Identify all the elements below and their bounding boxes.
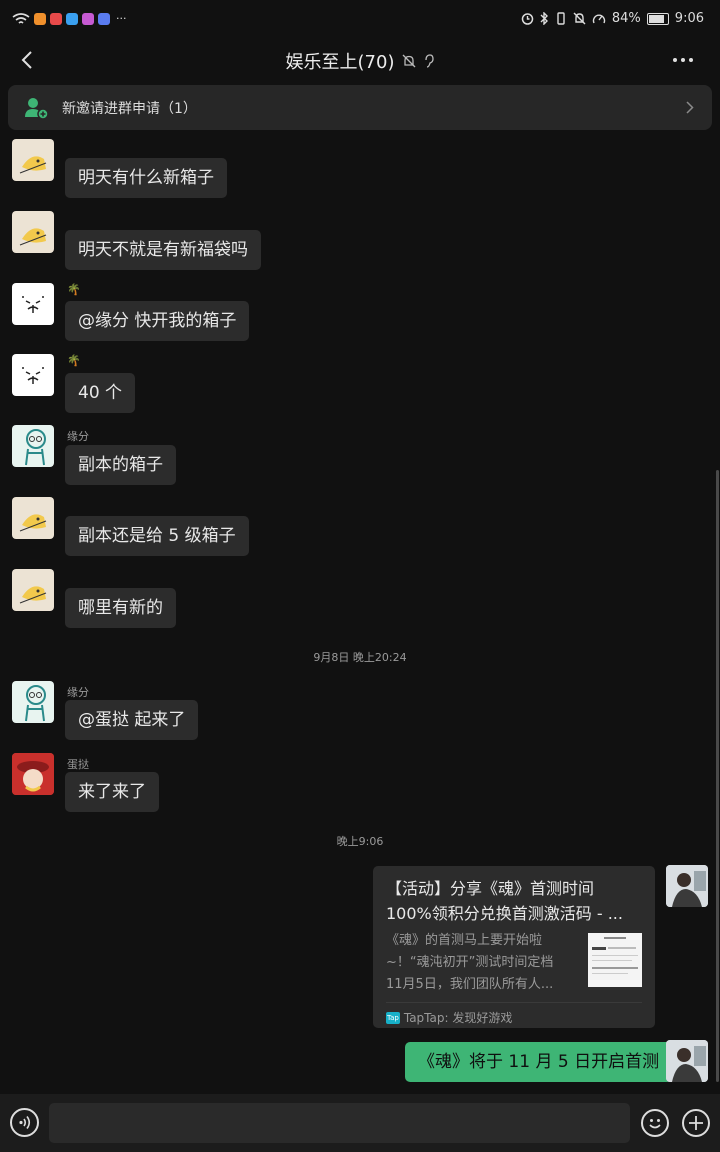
message-bubble[interactable]: 来了来了 <box>65 772 159 812</box>
speed-icon <box>592 14 606 24</box>
link-card-desc-line: 《魂》的首测马上要开始啦 <box>386 933 543 948</box>
voice-icon <box>19 1116 31 1129</box>
message-bubble[interactable]: 明天不就是有新福袋吗 <box>65 230 261 270</box>
doodle-avatar-icon <box>22 296 44 313</box>
my-avatar[interactable] <box>666 1040 708 1082</box>
avatar-pikachu[interactable] <box>12 569 54 611</box>
timestamp: 9月8日 晚上20:24 <box>313 651 407 664</box>
link-card-thumbnail <box>588 933 642 987</box>
more-functions-button[interactable] <box>682 1109 710 1137</box>
chat-title: 娱乐至上(70) <box>285 52 395 73</box>
message-bubble[interactable]: 明天有什么新箱子 <box>65 158 227 198</box>
pikachu-avatar-icon <box>19 228 47 246</box>
scrollbar[interactable] <box>716 470 719 1082</box>
status-more: ··· <box>116 12 127 25</box>
app-icon-2 <box>50 12 62 25</box>
chevron-right-icon <box>686 101 694 114</box>
status-left: ··· <box>12 12 127 25</box>
link-card-description: 《魂》的首测马上要开始啦 ~！“魂沌初开”测试时间定档 11月5日，我们团队所有… <box>386 930 576 996</box>
app-icon-4 <box>82 12 94 25</box>
taptap-logo-icon: Tap <box>386 1011 400 1024</box>
link-card-title-line: 【活动】分享《魂》首测时间 <box>386 879 595 898</box>
link-card-source-label: TapTap: 发现好游戏 <box>403 1011 513 1025</box>
sender-name: 缘分 <box>67 686 89 699</box>
avatar-cartoon-girl[interactable] <box>12 425 54 467</box>
plus-icon <box>689 1116 703 1130</box>
my-avatar[interactable] <box>666 865 708 907</box>
avatar-pikachu[interactable] <box>12 211 54 253</box>
pikachu-avatar-icon <box>19 586 47 604</box>
sender-name: 蛋挞 <box>67 758 89 771</box>
banner-label: 新邀请进群申请（1） <box>62 101 197 117</box>
status-right: 84% 9:06 <box>521 11 704 26</box>
join-request-banner[interactable]: 新邀请进群申请（1） <box>8 85 712 130</box>
bluetooth-icon <box>540 12 548 25</box>
pikachu-avatar-icon <box>19 514 47 532</box>
profile-photo-avatar-icon <box>666 1040 708 1082</box>
message-bubble[interactable]: 副本的箱子 <box>65 445 176 485</box>
cartoon-girl-avatar-icon <box>25 429 46 466</box>
avatar-pikachu[interactable] <box>12 497 54 539</box>
app-icon-3 <box>66 12 78 25</box>
voice-toggle-button[interactable] <box>10 1108 39 1137</box>
avatar-red-hat[interactable] <box>12 753 54 795</box>
message-input[interactable] <box>49 1103 630 1143</box>
avatar-doodle[interactable] <box>12 354 54 396</box>
title-bar: 娱乐至上(70) <box>0 40 720 82</box>
timestamp: 晚上9:06 <box>336 835 384 848</box>
link-card-title: 【活动】分享《魂》首测时间 100%领积分兑换首测激活码 - ... <box>386 876 644 926</box>
avatar-doodle[interactable] <box>12 283 54 325</box>
message-bubble[interactable]: 40 个 <box>65 373 136 413</box>
avatar-pikachu[interactable] <box>12 139 54 181</box>
my-message-bubble[interactable]: 《魂》将于 11 月 5 日开启首测 <box>405 1042 673 1082</box>
silent-bell-icon <box>573 12 586 25</box>
avatar-cartoon-girl[interactable] <box>12 681 54 723</box>
message-bubble[interactable]: 副本还是给 5 级箱子 <box>65 516 249 556</box>
ear-icon <box>425 54 435 68</box>
clock: 9:06 <box>674 11 704 26</box>
link-card-desc-line: 11月5日，我们团队所有人... <box>386 977 554 992</box>
sender-name: 🌴 <box>67 354 81 367</box>
alarm-icon <box>521 13 534 25</box>
sender-name: 缘分 <box>67 430 89 443</box>
status-bar: ··· 84% 9:06 <box>0 0 720 40</box>
cartoon-girl-avatar-icon <box>25 685 46 722</box>
doodle-avatar-icon <box>22 367 44 384</box>
smiley-icon <box>649 1119 661 1129</box>
message-bubble[interactable]: @蛋挞 起来了 <box>65 700 199 740</box>
input-bar <box>0 1094 720 1152</box>
red-hat-avatar-icon <box>12 753 54 795</box>
pikachu-avatar-icon <box>19 156 47 174</box>
more-options-icon[interactable] <box>672 57 694 63</box>
vibrate-icon <box>557 12 565 25</box>
sender-name: 🌴 <box>67 283 81 296</box>
wifi-icon <box>12 12 30 24</box>
add-member-icon <box>25 98 49 120</box>
bell-off-icon <box>403 54 416 68</box>
link-card-desc-line: ~！“魂沌初开”测试时间定档 <box>386 955 554 970</box>
message-bubble[interactable]: @缘分 快开我的箱子 <box>65 301 250 341</box>
shared-link-card[interactable]: 【活动】分享《魂》首测时间 100%领积分兑换首测激活码 - ... 《魂》的首… <box>373 866 655 1028</box>
app-icon-5 <box>98 12 110 25</box>
app-icon-1 <box>34 12 46 25</box>
battery-percent: 84% <box>611 11 641 26</box>
battery-icon <box>646 12 669 25</box>
chat-title-area: 娱乐至上(70) <box>0 48 720 74</box>
message-bubble[interactable]: 哪里有新的 <box>65 588 176 628</box>
link-card-source: Tap TapTap: 发现好游戏 <box>386 1002 642 1026</box>
profile-photo-avatar-icon <box>666 865 708 907</box>
emoji-button[interactable] <box>641 1109 669 1137</box>
link-card-title-line: 100%领积分兑换首测激活码 - ... <box>386 904 623 923</box>
